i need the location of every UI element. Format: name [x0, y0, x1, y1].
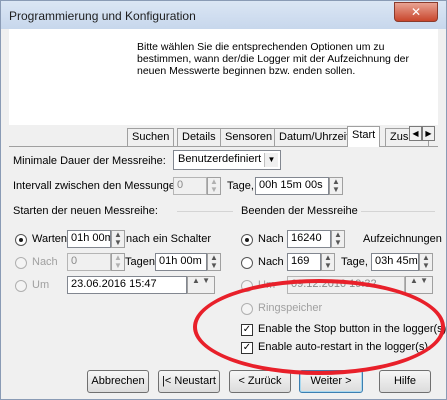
interval-days-input[interactable]: 0 [173, 177, 207, 195]
tab-details[interactable]: Details [177, 128, 221, 146]
start-wait-spinner[interactable]: ▲ ▼ [111, 230, 125, 248]
end-at-spinner[interactable]: ▲ ▼ [405, 276, 433, 294]
start-at-label: Um [32, 279, 50, 291]
interval-days-unit: Tage, [227, 180, 254, 192]
dialog-window: Programmierung und Konfiguration ✕ Bitte… [0, 0, 447, 400]
end-after-spinner[interactable]: ▲ ▼ [331, 230, 345, 248]
close-icon: ✕ [410, 5, 422, 19]
tab-start[interactable]: Start [347, 126, 381, 147]
start-wait-label: Warten [32, 233, 68, 245]
interval-time-spinner[interactable]: ▲ ▼ [329, 177, 343, 195]
start-wait-suffix: nach ein Schalter [126, 233, 211, 245]
tab-datum-uhrzeit[interactable]: Datum/Uhrzeit [274, 128, 355, 146]
start-after-time-spinner[interactable]: ▲ ▼ [207, 253, 221, 271]
interval-time-input[interactable]: 00h 15m 00s [255, 177, 329, 195]
end-after2-time-spinner[interactable]: ▲ ▼ [419, 253, 433, 271]
start-after-unit: Tagen, [125, 256, 159, 268]
end-after2-label: Nach [258, 256, 284, 268]
start-group-label: Starten der neuen Messreihe: [13, 205, 158, 217]
close-button[interactable]: ✕ [394, 2, 438, 22]
start-group-line [177, 211, 233, 212]
end-group-label: Beenden der Messreihe [241, 205, 358, 217]
end-after2-time-input[interactable]: 03h 45m [371, 253, 419, 271]
start-after-days-input[interactable]: 0 [67, 253, 111, 271]
min-duration-label: Minimale Dauer der Messreihe: [13, 155, 166, 167]
min-duration-select[interactable]: Benutzerdefiniert ▼ [173, 150, 281, 170]
tab-sensoren[interactable]: Sensoren [220, 128, 278, 146]
highlight-ellipse [193, 279, 445, 375]
end-after2-days-input[interactable]: 169 [287, 253, 321, 271]
header-area: Bitte wählen Sie die entsprechenden Opti… [9, 29, 438, 125]
tab-scroll-left-icon[interactable]: ◀ [409, 126, 422, 141]
end-after-suffix: Aufzeichnungen [363, 233, 442, 245]
end-after2-radio[interactable] [241, 257, 253, 269]
title-bar[interactable]: Programmierung und Konfiguration ✕ [1, 1, 446, 29]
start-after-time-input[interactable]: 01h 00m [155, 253, 207, 271]
interval-label: Intervall zwischen den Messungen: [13, 180, 185, 192]
start-at-input[interactable]: 23.06.2016 15:47 [67, 276, 187, 294]
start-after-label: Nach [32, 256, 58, 268]
cancel-button[interactable]: Abbrechen [87, 370, 149, 393]
end-after2-unit: Tage, [341, 256, 368, 268]
start-wait-radio[interactable] [15, 234, 27, 246]
start-after-radio[interactable] [15, 257, 27, 269]
end-group-line [361, 211, 435, 212]
tab-scroll-right-icon[interactable]: ▶ [422, 126, 435, 141]
end-after-radio[interactable] [241, 234, 253, 246]
end-after-input[interactable]: 16240 [287, 230, 331, 248]
end-after-label: Nach [258, 233, 284, 245]
start-at-spinner[interactable]: ▲ ▼ [187, 276, 215, 294]
start-after-days-spinner[interactable]: ▲ ▼ [111, 253, 125, 271]
help-button[interactable]: Hilfe [379, 370, 431, 393]
back-button[interactable]: < Zurück [229, 370, 291, 393]
interval-days-spinner[interactable]: ▲ ▼ [207, 177, 221, 195]
tab-suchen[interactable]: Suchen [127, 128, 175, 146]
window-title: Programmierung und Konfiguration [9, 9, 196, 23]
chevron-down-icon: ▼ [264, 153, 278, 167]
restart-button[interactable]: |< Neustart [158, 370, 220, 393]
start-at-radio[interactable] [15, 280, 27, 292]
start-wait-input[interactable]: 01h 00m [67, 230, 111, 248]
end-after2-days-spinner[interactable]: ▲ ▼ [321, 253, 335, 271]
header-description: Bitte wählen Sie die entsprechenden Opti… [137, 41, 409, 77]
min-duration-value: Benutzerdefiniert [178, 153, 262, 165]
